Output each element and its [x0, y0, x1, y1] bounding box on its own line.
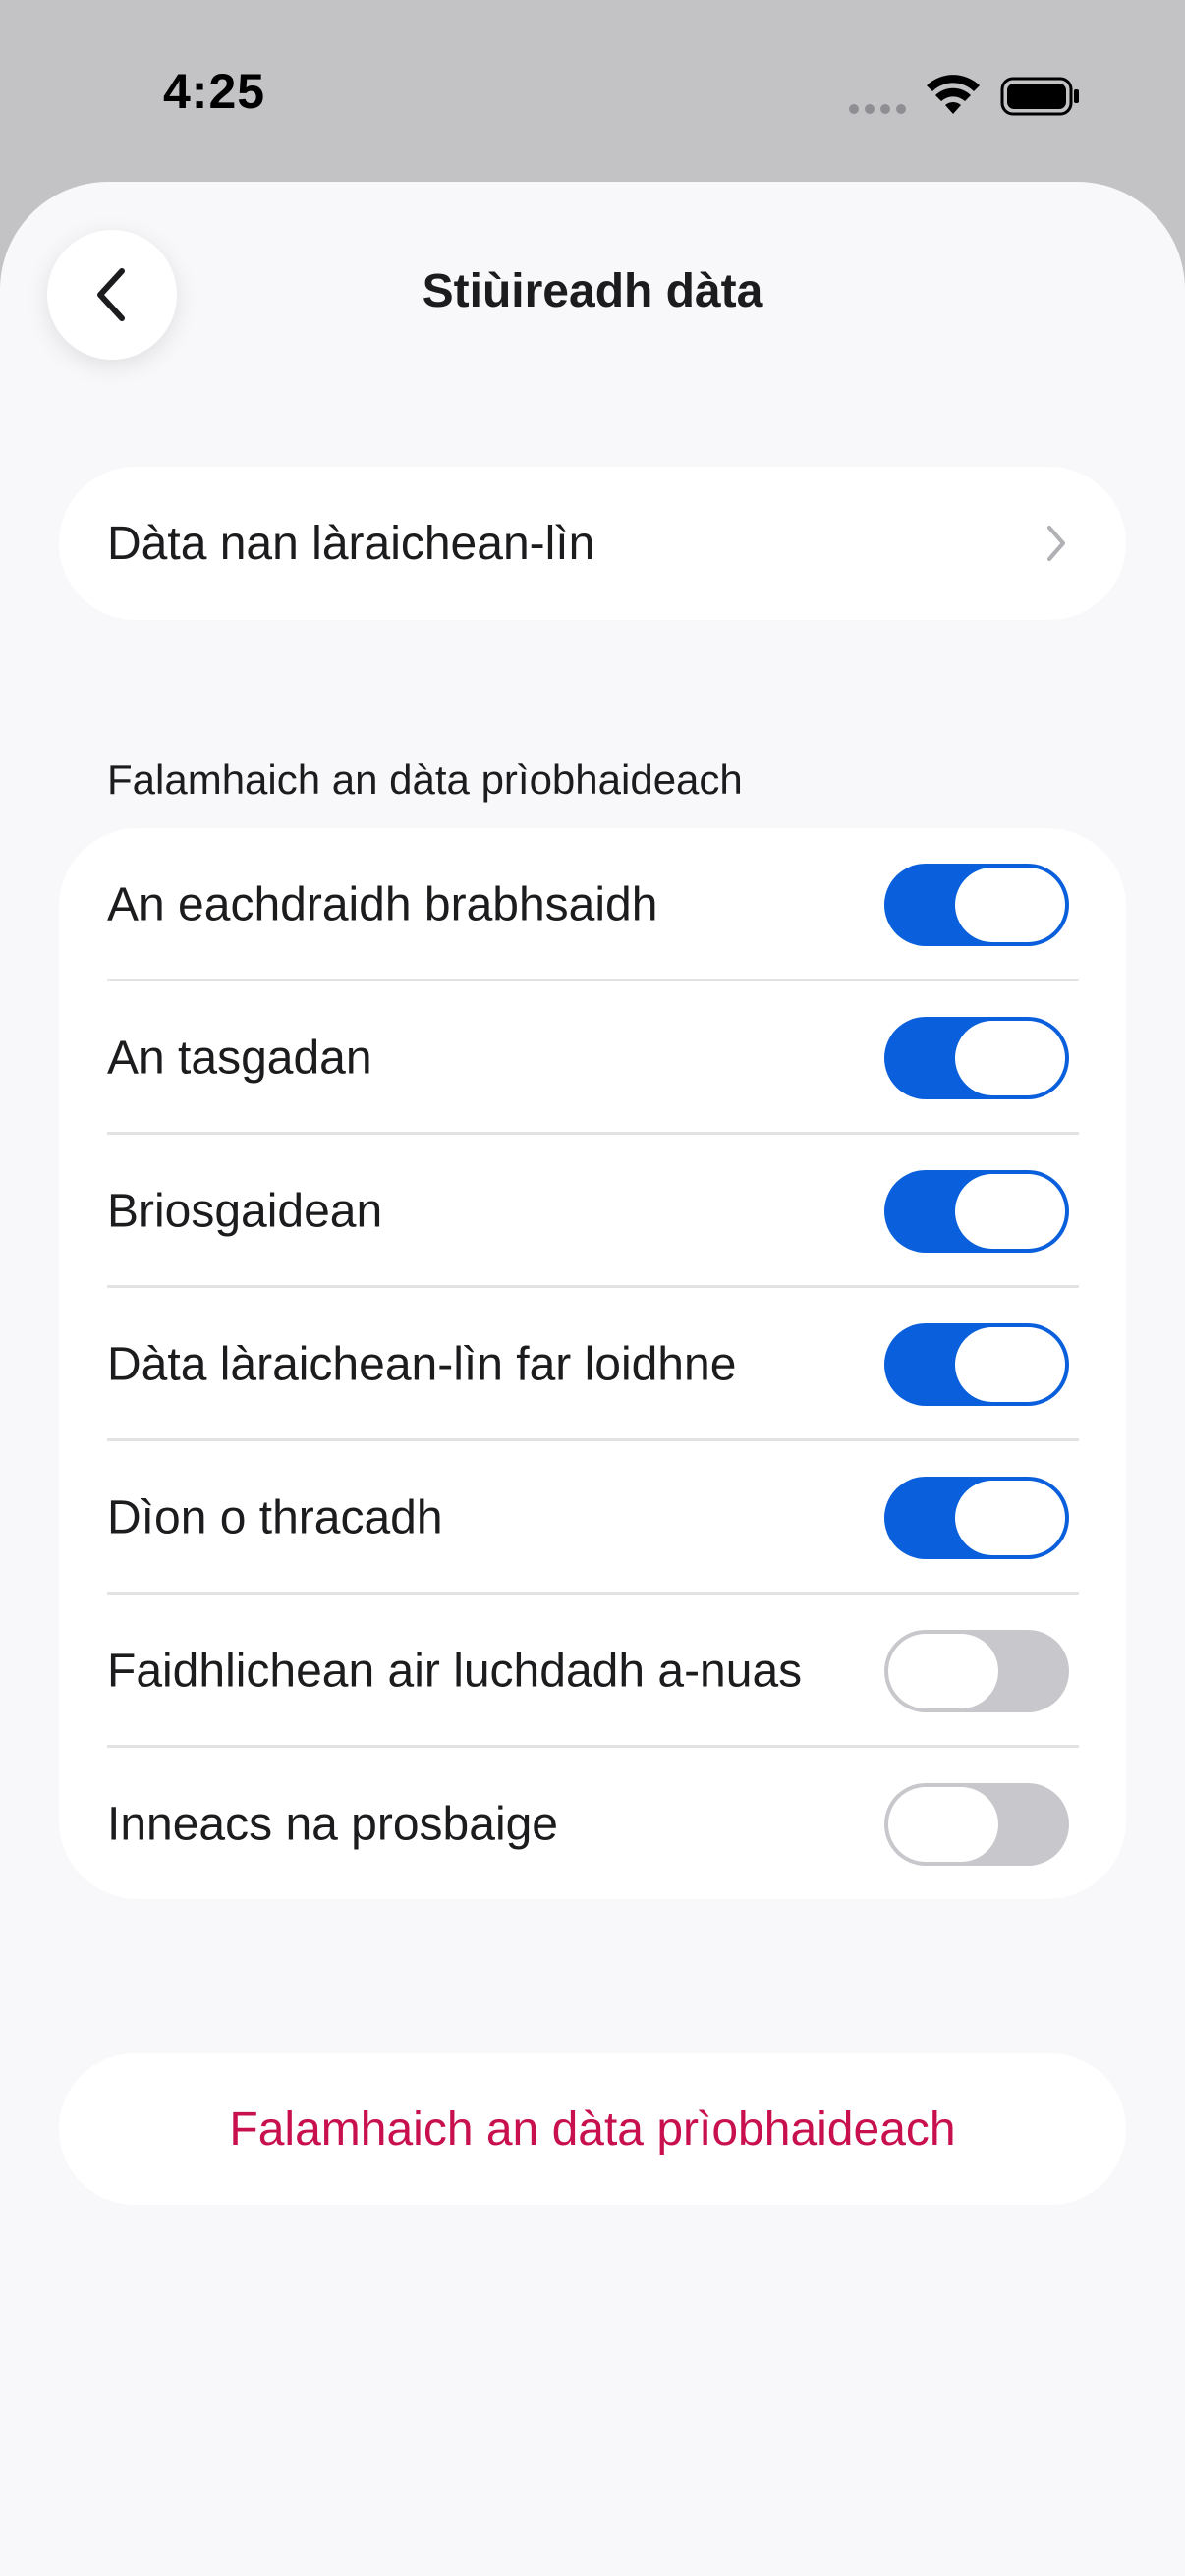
- toggle-row: Dìon o thracadh: [59, 1441, 1126, 1595]
- page-title: Stiùireadh dàta: [422, 265, 763, 317]
- toggle-row: Briosgaidean: [59, 1135, 1126, 1288]
- chevron-right-icon: [1047, 526, 1065, 561]
- status-time: 4:25: [163, 64, 266, 119]
- toggle-switch[interactable]: [884, 1783, 1069, 1866]
- toggle-label: Faidhlichean air luchdadh a-nuas: [107, 1645, 803, 1698]
- toggle-switch[interactable]: [884, 1630, 1069, 1712]
- toggle-label: Briosgaidean: [107, 1185, 383, 1238]
- toggle-switch[interactable]: [884, 864, 1069, 946]
- toggle-knob: [888, 1787, 998, 1862]
- toggle-knob: [888, 1634, 998, 1708]
- cellular-signal-icon: [849, 104, 906, 114]
- toggle-row: An eachdraidh brabhsaidh: [59, 828, 1126, 981]
- toggle-knob: [955, 868, 1065, 942]
- toggle-row: Dàta làraichean-lìn far loidhne: [59, 1288, 1126, 1441]
- toggle-switch[interactable]: [884, 1170, 1069, 1253]
- toggle-switch[interactable]: [884, 1477, 1069, 1559]
- clear-private-data-button[interactable]: Falamhaich an dàta prìobhaideach: [59, 2053, 1126, 2205]
- battery-icon: [1000, 77, 1079, 116]
- toggle-knob: [955, 1174, 1065, 1249]
- toggle-switch[interactable]: [884, 1323, 1069, 1406]
- toggle-knob: [955, 1327, 1065, 1402]
- clear-options-list: An eachdraidh brabhsaidh An tasgadan Brios…: [59, 828, 1126, 1899]
- toggle-row: Faidhlichean air luchdadh a-nuas: [59, 1595, 1126, 1748]
- toggle-row: An tasgadan: [59, 981, 1126, 1135]
- toggle-row: Inneacs na prosbaige: [59, 1748, 1126, 1901]
- section-header: Falamhaich an dàta prìobhaideach: [107, 756, 743, 803]
- toggle-label: An tasgadan: [107, 1032, 372, 1085]
- website-data-row[interactable]: Dàta nan làraichean-lìn: [59, 467, 1126, 620]
- toggle-label: Dìon o thracadh: [107, 1491, 443, 1544]
- data-management-sheet: Stiùireadh dàta Dàta nan làraichean-lìn …: [0, 182, 1185, 2576]
- toggle-switch[interactable]: [884, 1017, 1069, 1099]
- website-data-label: Dàta nan làraichean-lìn: [107, 517, 595, 570]
- clear-private-data-label: Falamhaich an dàta prìobhaideach: [229, 2102, 956, 2156]
- toggle-knob: [955, 1481, 1065, 1555]
- wifi-icon: [927, 75, 980, 114]
- status-bar: 4:25: [0, 0, 1185, 182]
- toggle-knob: [955, 1021, 1065, 1095]
- toggle-label: Inneacs na prosbaige: [107, 1798, 558, 1851]
- toggle-label: An eachdraidh brabhsaidh: [107, 878, 658, 931]
- toggle-label: Dàta làraichean-lìn far loidhne: [107, 1338, 737, 1391]
